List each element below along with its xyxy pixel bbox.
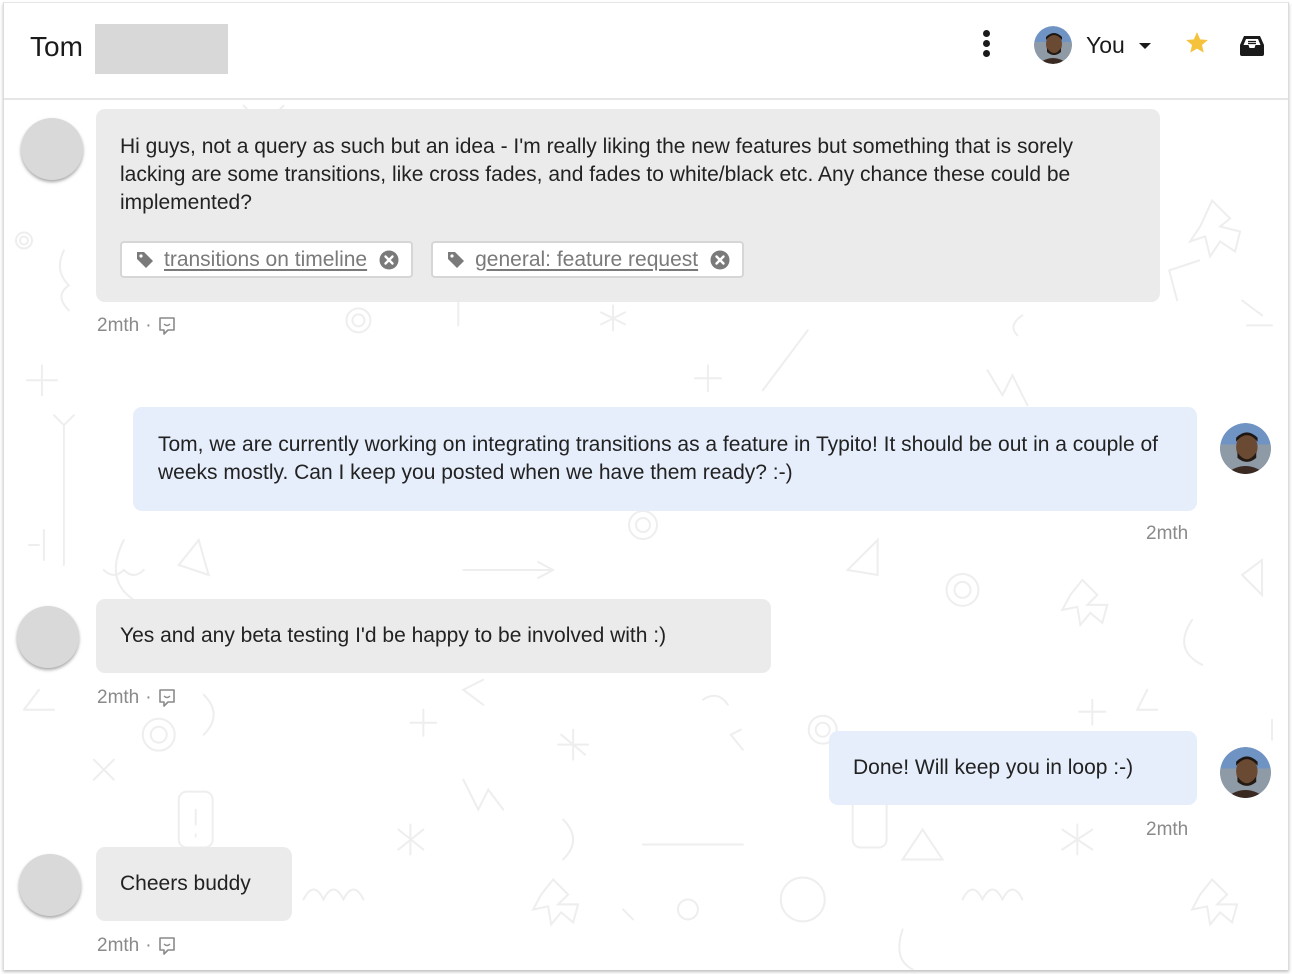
tag-icon xyxy=(137,251,153,268)
message-bubble-incoming: Hi guys, not a query as such but an idea… xyxy=(96,109,1160,302)
contact-avatar xyxy=(21,118,83,180)
timestamp: 2mth xyxy=(97,935,140,956)
tag-chip[interactable]: transitions on timeline xyxy=(120,241,414,278)
message-text: Done! Will keep you in loop :-) xyxy=(853,756,1134,779)
separator: · xyxy=(145,315,152,336)
message-meta: 2mth xyxy=(1146,819,1188,841)
message-text: Hi guys, not a query as such but an idea… xyxy=(120,135,1073,214)
tag-chip[interactable]: general: feature request xyxy=(431,241,745,278)
contact-avatar xyxy=(17,606,79,668)
message-bubble-outgoing: Tom, we are currently working on integra… xyxy=(133,407,1197,511)
timestamp: 2mth xyxy=(97,315,140,336)
add-note-icon[interactable] xyxy=(158,688,176,708)
tag-icon xyxy=(448,251,465,268)
add-note-icon[interactable] xyxy=(158,936,176,956)
timestamp: 2mth xyxy=(97,687,140,708)
timestamp: 2mth xyxy=(1146,819,1189,840)
kebab-dot-icon xyxy=(982,50,990,57)
more-options-button[interactable] xyxy=(979,30,993,60)
tag-label[interactable]: general: feature request xyxy=(475,246,698,274)
kebab-dot-icon xyxy=(982,40,990,47)
agent-avatar xyxy=(1220,423,1271,474)
message-bubble-incoming: Cheers buddy xyxy=(96,847,292,921)
message-text: Cheers buddy xyxy=(120,872,251,895)
tag-label[interactable]: transitions on timeline xyxy=(164,246,367,274)
separator: · xyxy=(145,687,152,708)
message-bubble-incoming: Yes and any beta testing I'd be happy to… xyxy=(96,599,771,673)
star-icon[interactable] xyxy=(1184,30,1210,56)
message-meta: 2mth · xyxy=(97,315,176,337)
message-meta: 2mth · xyxy=(97,935,176,957)
remove-tag-icon[interactable] xyxy=(710,250,730,270)
agent-avatar xyxy=(1220,747,1271,798)
caret-down-icon xyxy=(1138,43,1151,49)
separator: · xyxy=(145,935,152,956)
conversation-header: Tom You xyxy=(4,3,1288,100)
message-meta: 2mth · xyxy=(97,687,176,709)
redacted-surname xyxy=(95,24,228,74)
message-bubble-outgoing: Done! Will keep you in loop :-) xyxy=(829,731,1197,805)
assignee-dropdown[interactable]: You xyxy=(1034,24,1151,66)
contact-name: Tom xyxy=(30,31,83,62)
message-meta: 2mth xyxy=(1146,523,1188,545)
message-text: Yes and any beta testing I'd be happy to… xyxy=(120,624,667,647)
user-name: You xyxy=(1086,31,1125,58)
contact-avatar xyxy=(19,854,81,916)
conversation-window: Tom You Hi guys, not a query as such but… xyxy=(3,2,1289,970)
kebab-dot-icon xyxy=(982,30,990,37)
user-avatar xyxy=(1034,26,1072,64)
remove-tag-icon[interactable] xyxy=(379,250,399,270)
timestamp: 2mth xyxy=(1146,523,1189,544)
message-text: Tom, we are currently working on integra… xyxy=(158,433,1159,484)
tag-list: transitions on timeline general: feature… xyxy=(120,241,1136,278)
add-note-icon[interactable] xyxy=(158,316,176,336)
inbox-icon[interactable] xyxy=(1240,34,1264,56)
